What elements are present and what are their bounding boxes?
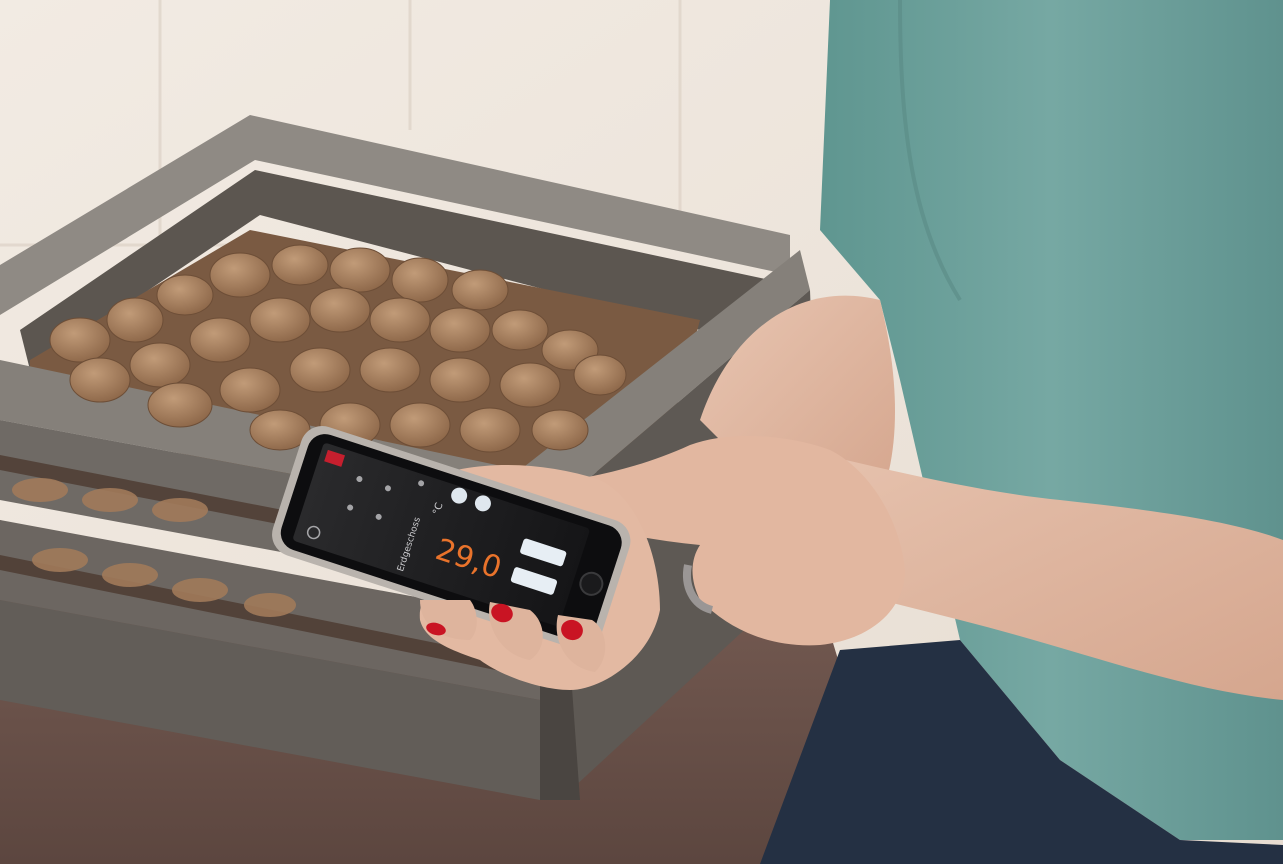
photo-scene: °C Erdgeschoss 29,0 [0, 0, 1283, 864]
